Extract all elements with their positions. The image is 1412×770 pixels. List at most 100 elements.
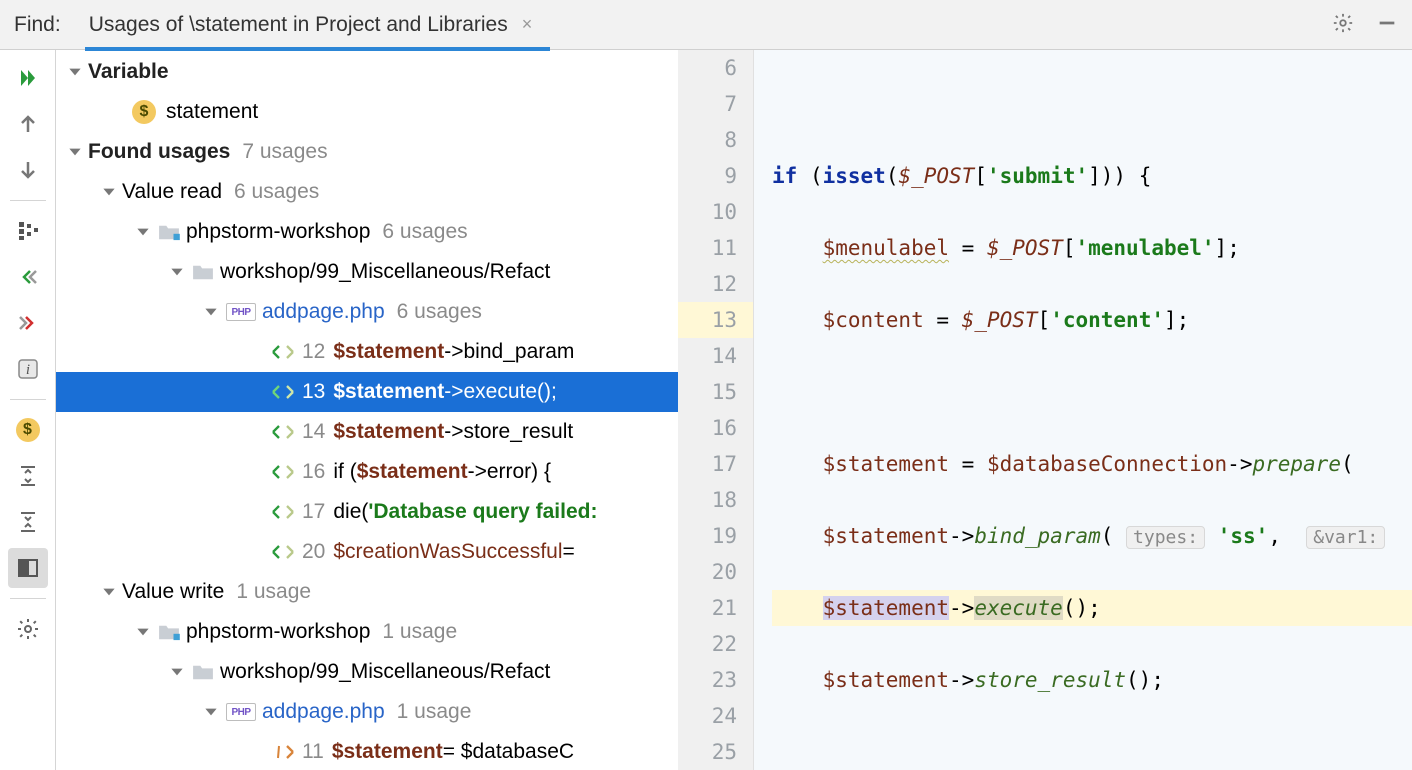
group-icon[interactable] (8, 211, 48, 251)
code-text: 'Database query failed: (368, 492, 597, 532)
t: 'ss' (1218, 524, 1269, 548)
tree-folder[interactable]: workshop/99_Miscellaneous/Refact (56, 652, 678, 692)
expand-all-icon[interactable] (8, 456, 48, 496)
chevron-down-icon[interactable] (202, 303, 220, 321)
php-file-icon: PHP (226, 303, 256, 321)
tree-count: 1 usage (397, 692, 472, 732)
tree-label: workshop/99_Miscellaneous/Refact (220, 252, 550, 292)
dollar-icon[interactable]: $ (8, 410, 48, 450)
usage-read-icon (272, 344, 294, 360)
tree-count: 1 usage (236, 572, 311, 612)
usage-write-icon (272, 744, 294, 760)
code-body[interactable]: if (isset($_POST['submit'])) { $menulabe… (754, 50, 1412, 770)
tree-label: phpstorm-workshop (186, 612, 370, 652)
t: $statement (823, 524, 949, 548)
close-icon[interactable]: × (522, 14, 533, 35)
arrow-up-icon[interactable] (8, 104, 48, 144)
code-text: = (563, 532, 575, 572)
line-number: 23 (678, 662, 737, 698)
line-number: 20 (302, 532, 325, 572)
preview-pane-icon[interactable] (8, 548, 48, 588)
variable-dollar-icon: $ (132, 100, 156, 124)
line-number: 15 (678, 374, 737, 410)
line-number: 6 (678, 50, 737, 86)
line-number: 13 (302, 372, 325, 412)
line-number: 14 (678, 338, 737, 374)
t: $_POST (962, 308, 1038, 332)
tree-count: 6 usages (397, 292, 482, 332)
t: prepare (1252, 452, 1341, 476)
export-icon[interactable] (8, 303, 48, 343)
chevron-down-icon[interactable] (168, 263, 186, 281)
tree-usage[interactable]: 14 $statement ->store_result (56, 412, 678, 452)
line-number: 16 (678, 410, 737, 446)
tree-variable-heading[interactable]: Variable (56, 52, 678, 92)
chevron-down-icon[interactable] (134, 623, 152, 641)
chevron-down-icon[interactable] (66, 143, 84, 161)
tree-usage-selected[interactable]: 13 $statement ->execute(); (56, 372, 678, 412)
line-number: 11 (302, 732, 324, 770)
tree-value-write[interactable]: Value write 1 usage (56, 572, 678, 612)
toolbar: i $ (0, 50, 56, 770)
collapse-all-icon[interactable] (8, 502, 48, 542)
t: 'content' (1050, 308, 1164, 332)
param-hint: types: (1126, 526, 1205, 549)
chevron-down-icon[interactable] (202, 703, 220, 721)
code-text: ->bind_param (444, 332, 574, 372)
tree-label: Value write (122, 572, 224, 612)
tree-label: addpage.php (262, 292, 385, 332)
line-number: 20 (678, 554, 737, 590)
line-number: 13 (678, 302, 753, 338)
tree-label: Found usages (88, 132, 230, 172)
tree-file[interactable]: PHP addpage.php 1 usage (56, 692, 678, 732)
tree-project[interactable]: phpstorm-workshop 6 usages (56, 212, 678, 252)
tree-label: workshop/99_Miscellaneous/Refact (220, 652, 550, 692)
line-number: 8 (678, 122, 737, 158)
code-text: if ( (333, 452, 356, 492)
tree-usage[interactable]: 12 $statement ->bind_param (56, 332, 678, 372)
tree-label: addpage.php (262, 692, 385, 732)
tree-found-heading[interactable]: Found usages 7 usages (56, 132, 678, 172)
tree-usage[interactable]: 20 $creationWasSuccessful = (56, 532, 678, 572)
chevron-down-icon[interactable] (100, 583, 118, 601)
t: $menulabel (823, 236, 949, 260)
tree-variable-item[interactable]: $ statement (56, 92, 678, 132)
gear-icon[interactable] (1332, 12, 1354, 38)
tree-file[interactable]: PHP addpage.php 6 usages (56, 292, 678, 332)
tree-value-read[interactable]: Value read 6 usages (56, 172, 678, 212)
chevron-down-icon[interactable] (100, 183, 118, 201)
param-hint: &var1: (1306, 526, 1385, 549)
code-text: = $databaseC (443, 732, 574, 770)
t: $statement (823, 596, 949, 620)
tree-usage[interactable]: 17 die( 'Database query failed: (56, 492, 678, 532)
tree-project[interactable]: phpstorm-workshop 1 usage (56, 612, 678, 652)
usage-read-icon (272, 464, 294, 480)
tree-usage[interactable]: 16 if ( $statement ->error) { (56, 452, 678, 492)
chevron-down-icon[interactable] (168, 663, 186, 681)
chevron-down-icon[interactable] (134, 223, 152, 241)
tree-folder[interactable]: workshop/99_Miscellaneous/Refact (56, 252, 678, 292)
t: if (772, 164, 797, 188)
line-number: 9 (678, 158, 737, 194)
line-number: 18 (678, 482, 737, 518)
find-tab[interactable]: Usages of \statement in Project and Libr… (89, 13, 533, 37)
find-tab-title: Usages of \statement in Project and Libr… (89, 13, 508, 37)
tree-usage[interactable]: 11 $statement = $databaseC (56, 732, 678, 770)
import-icon[interactable] (8, 257, 48, 297)
t: $statement (823, 668, 949, 692)
info-icon[interactable]: i (8, 349, 48, 389)
chevron-down-icon[interactable] (66, 63, 84, 81)
arrow-down-icon[interactable] (8, 150, 48, 190)
minimize-icon[interactable] (1376, 12, 1398, 38)
code-text: $creationWasSuccessful (333, 532, 562, 572)
usages-tree[interactable]: Variable $ statement Found usages 7 usag… (56, 50, 678, 770)
folder-icon (192, 663, 214, 681)
gutter: 6 7 8 9 10 11 12 13 14 15 16 17 18 19 20… (678, 50, 754, 770)
usage-read-icon (272, 424, 294, 440)
settings-icon[interactable] (8, 609, 48, 649)
rerun-icon[interactable] (8, 58, 48, 98)
line-number: 7 (678, 86, 737, 122)
folder-icon (158, 223, 180, 241)
t: $_POST (898, 164, 974, 188)
line-number: 24 (678, 698, 737, 734)
